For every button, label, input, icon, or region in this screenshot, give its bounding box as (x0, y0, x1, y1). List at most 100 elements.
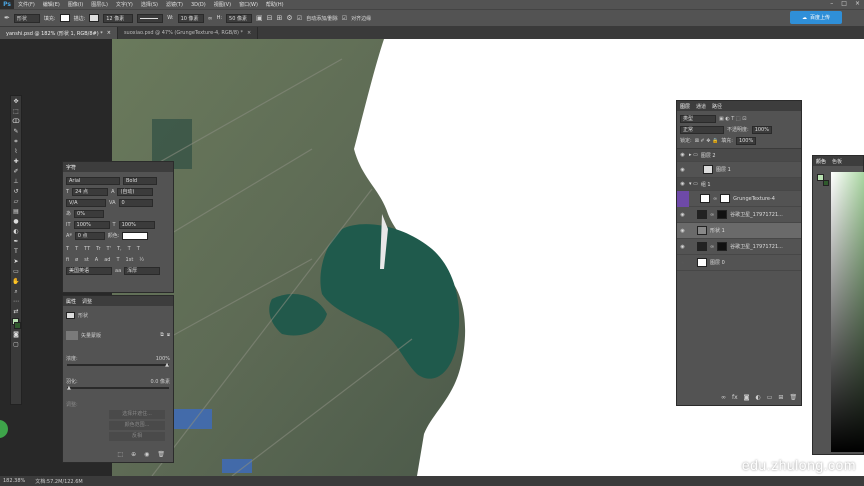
eye-icon[interactable]: ◉ (679, 228, 686, 234)
minimize-icon[interactable]: – (830, 0, 833, 7)
blend-mode-select[interactable]: 正常 (680, 125, 724, 134)
titling-icon[interactable]: ad (104, 257, 110, 263)
path-arrange-icon[interactable]: ⊞ (277, 14, 283, 22)
opacity-input[interactable]: 100% (751, 125, 772, 134)
font-size-input[interactable]: 24 点 (72, 187, 109, 196)
ordinal-icon[interactable]: T (116, 257, 119, 263)
stroke-width-input[interactable]: 12 像素 (103, 13, 134, 23)
brush-tool-icon[interactable]: ✐ (11, 167, 21, 176)
crop-tool-icon[interactable]: ⌗ (11, 137, 21, 146)
tab-paths[interactable]: 路径 (712, 103, 722, 110)
eye-icon[interactable]: ◉ (679, 244, 686, 250)
tab-suoxiao[interactable]: suoxiao.psd @ 47% (GrungeTexture-4, RGB/… (118, 27, 259, 39)
shape-tool-icon[interactable]: ▭ (11, 267, 21, 276)
tab-yanshi[interactable]: yanshi.psd @ 182% (形状 1, RGB/8#) * × (0, 27, 118, 39)
menu-edit[interactable]: 编辑(E) (39, 1, 64, 8)
w-input[interactable]: 10 像素 (177, 13, 204, 23)
fill-input[interactable]: 100% (735, 136, 756, 145)
tracking-input[interactable]: 0 (118, 198, 153, 207)
new-group-icon[interactable]: ▭ (767, 394, 773, 401)
lock-icons[interactable]: ⊠ ✐ ✥ 🔒 (695, 138, 719, 144)
layer-row[interactable]: ◉ ∞ 谷歌卫星_17971721... (677, 239, 801, 255)
color-range-button[interactable]: 颜色范围... (109, 421, 165, 430)
menu-layer[interactable]: 图层(L) (87, 1, 112, 8)
layer-row[interactable]: ◉ ▸ ▭ 图层 2 (677, 149, 801, 162)
path-ops-icon[interactable]: ▣ (256, 14, 263, 22)
layer-row[interactable]: ∞ GrungeTexture-4 (677, 190, 801, 207)
tab-properties[interactable]: 属性 (66, 298, 76, 305)
font-family-select[interactable]: Arial (66, 176, 120, 185)
heal-tool-icon[interactable]: ✚ (11, 157, 21, 166)
adjustment-icon[interactable]: ◐ (756, 394, 761, 401)
density-slider[interactable]: ▲ (67, 362, 169, 368)
language-select[interactable]: 美国英语 (66, 266, 112, 275)
fill-swatch[interactable] (59, 14, 70, 22)
screen-mode-icon[interactable]: ▢ (11, 340, 21, 349)
select-mask-button[interactable]: 选择并遮住... (109, 410, 165, 419)
more-tools-icon[interactable]: ⋯ (11, 297, 21, 306)
layer-row[interactable]: ◉ ▾ ▭ 组 1 (677, 178, 801, 191)
eye-icon[interactable]: ◉ (679, 181, 686, 187)
load-selection-icon[interactable]: ⬚ (117, 451, 123, 458)
stroke-swatch[interactable] (89, 14, 100, 22)
tab-color[interactable]: 颜色 (816, 158, 826, 165)
new-layer-icon[interactable]: ⊞ (778, 394, 783, 401)
visibility-icon[interactable]: ◉ (144, 451, 149, 458)
type-tool-icon[interactable]: T (11, 247, 21, 256)
faux-bold-icon[interactable]: T (66, 246, 69, 252)
align-edges-checkbox[interactable]: ☑ (342, 15, 347, 22)
eye-icon[interactable]: ◉ (679, 152, 686, 158)
feather-value[interactable]: 0.0 像素 (150, 378, 170, 385)
link-icon[interactable]: ∞ (208, 15, 213, 22)
layer-row[interactable]: ◉ 图层 0 (677, 255, 801, 271)
all-caps-icon[interactable]: TT (84, 246, 90, 252)
feather-slider-handle[interactable]: ▲ (67, 385, 71, 391)
menu-help[interactable]: 帮助(H) (262, 1, 288, 8)
path-select-tool-icon[interactable]: ➤ (11, 257, 21, 266)
dodge-tool-icon[interactable]: ◐ (11, 227, 21, 236)
ligature-icon[interactable]: fi (66, 257, 69, 263)
delete-icon[interactable]: 🗑 (157, 451, 165, 458)
subscript-icon[interactable]: T, (117, 246, 122, 252)
add-mask-icon[interactable]: ◙ (744, 394, 750, 401)
shape-mode-select[interactable]: 形状 (13, 13, 40, 23)
invert-button[interactable]: 反相 (109, 432, 165, 441)
density-value[interactable]: 100% (156, 356, 170, 362)
eye-icon[interactable]: ◉ (679, 167, 686, 173)
pen-tool-icon[interactable]: ✒ (4, 14, 10, 22)
fx-icon[interactable]: fx (732, 394, 738, 401)
menu-view[interactable]: 视图(V) (210, 1, 235, 8)
small-caps-icon[interactable]: Tr (96, 246, 100, 252)
filter-icons[interactable]: ▣ ◐ T ⬚ ⊡ (719, 116, 746, 122)
menu-image[interactable]: 图像(I) (64, 1, 87, 8)
marquee-tool-icon[interactable]: ⬚ (11, 107, 21, 116)
delete-layer-icon[interactable]: 🗑 (789, 394, 797, 401)
antialias-select[interactable]: 浑厚 (124, 266, 161, 275)
eraser-tool-icon[interactable]: ▱ (11, 197, 21, 206)
baseline-input[interactable]: 0 点 (74, 231, 105, 240)
layer-kind-select[interactable]: 类型 (680, 114, 716, 123)
move-tool-icon[interactable]: ✥ (11, 97, 21, 106)
close-icon[interactable]: × (107, 30, 111, 36)
underline-icon[interactable]: T (128, 246, 131, 252)
path-align-icon[interactable]: ⊟ (267, 14, 273, 22)
menu-select[interactable]: 选择(S) (137, 1, 162, 8)
strikethrough-icon[interactable]: T (137, 246, 140, 252)
apply-mask-icon[interactable]: ⊕ (131, 451, 136, 458)
pen-tool-icon[interactable]: ✒ (11, 237, 21, 246)
link-layers-icon[interactable]: ∞ (721, 394, 726, 401)
zoom-level[interactable]: 182.38% (3, 478, 25, 484)
add-pixel-mask-icon[interactable]: ⧉ (160, 332, 164, 338)
menu-file[interactable]: 文件(F) (14, 1, 39, 8)
hand-tool-icon[interactable]: ✋ (11, 277, 21, 286)
eye-icon[interactable]: ◉ (679, 260, 686, 266)
add-vector-mask-icon[interactable]: ⧈ (167, 332, 170, 338)
bg-swatch[interactable] (823, 180, 829, 186)
menu-window[interactable]: 窗口(W) (235, 1, 262, 8)
h-input[interactable]: 50 像素 (226, 13, 253, 23)
swash-icon[interactable]: st (84, 257, 89, 263)
stroke-type-select[interactable] (137, 13, 164, 23)
eye-icon[interactable]: ◉ (679, 212, 686, 218)
superscript-icon[interactable]: T' (107, 246, 111, 252)
tsume-input[interactable]: 0% (74, 209, 105, 218)
